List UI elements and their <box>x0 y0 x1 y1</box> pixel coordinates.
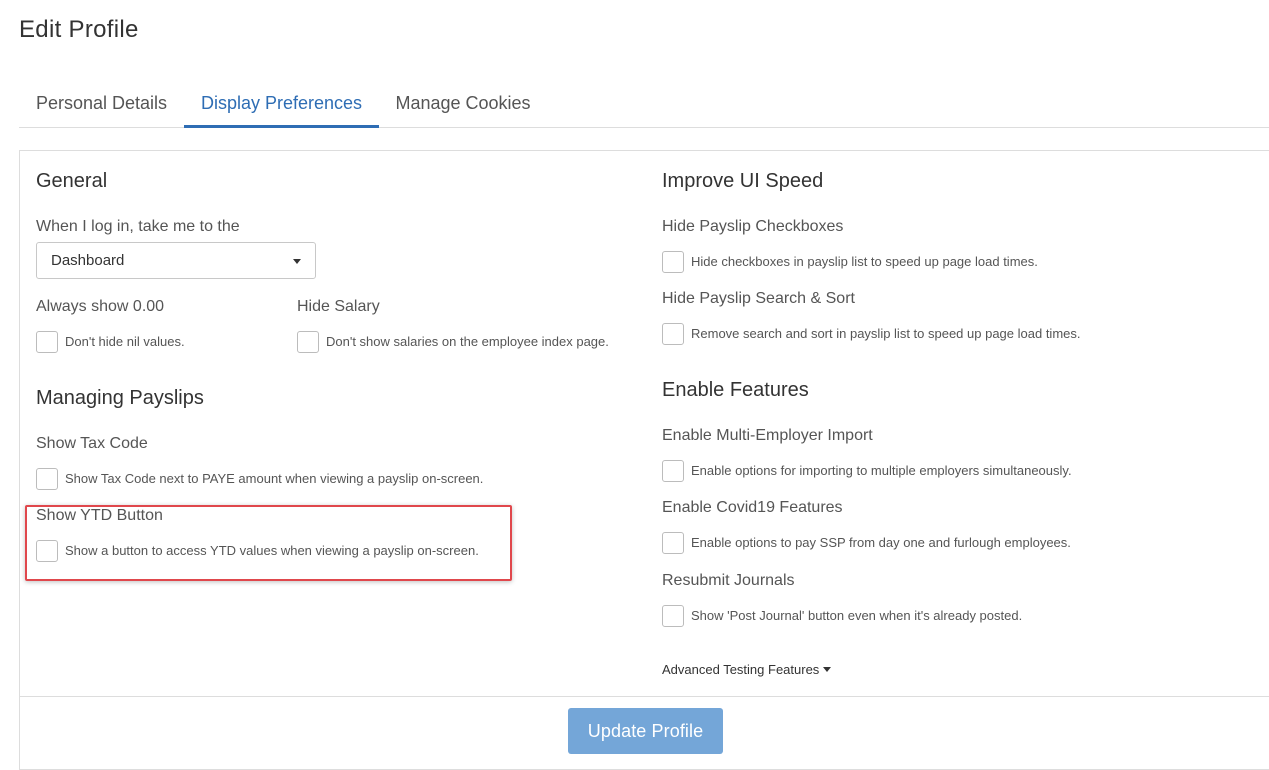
tab-personal-details[interactable]: Personal Details <box>19 82 184 128</box>
update-profile-button[interactable]: Update Profile <box>568 708 723 754</box>
hide-payslip-checkboxes-label: Hide Payslip Checkboxes <box>662 218 844 235</box>
profile-tabs: Personal Details Display Preferences Man… <box>19 82 1269 128</box>
advanced-testing-toggle[interactable]: Advanced Testing Features <box>662 662 832 677</box>
resubmit-journals-label: Resubmit Journals <box>662 572 795 589</box>
tab-display-preferences[interactable]: Display Preferences <box>184 82 379 128</box>
login-destination-value: Dashboard <box>51 252 125 269</box>
covid-features-label: Enable Covid19 Features <box>662 499 843 516</box>
resubmit-journals-text: Show 'Post Journal' button even when it'… <box>691 608 1023 623</box>
multi-employer-checkbox[interactable] <box>662 460 684 482</box>
show-tax-code-label: Show Tax Code <box>36 435 148 452</box>
chevron-down-icon <box>293 259 301 264</box>
managing-payslips-heading: Managing Payslips <box>36 387 204 409</box>
advanced-testing-label: Advanced Testing Features <box>662 662 820 677</box>
hide-payslip-search-text: Remove search and sort in payslip list t… <box>691 326 1081 341</box>
show-tax-code-checkbox[interactable] <box>36 468 58 490</box>
hide-salary-label: Hide Salary <box>297 298 380 315</box>
tab-manage-cookies[interactable]: Manage Cookies <box>379 82 547 128</box>
hide-salary-text: Don't show salaries on the employee inde… <box>326 334 609 349</box>
covid-features-text: Enable options to pay SSP from day one a… <box>691 535 1071 550</box>
covid-features-checkbox[interactable] <box>662 532 684 554</box>
page-title: Edit Profile <box>19 16 139 43</box>
multi-employer-label: Enable Multi-Employer Import <box>662 427 873 444</box>
preferences-panel: General When I log in, take me to the Da… <box>19 150 1269 770</box>
login-destination-select[interactable]: Dashboard <box>36 242 316 279</box>
improve-ui-speed-heading: Improve UI Speed <box>662 170 824 192</box>
caret-down-icon <box>823 667 832 672</box>
always-show-checkbox[interactable] <box>36 331 58 353</box>
multi-employer-text: Enable options for importing to multiple… <box>691 463 1072 478</box>
resubmit-journals-checkbox[interactable] <box>662 605 684 627</box>
footer-divider <box>20 696 1269 697</box>
always-show-label: Always show 0.00 <box>36 298 165 315</box>
enable-features-heading: Enable Features <box>662 379 809 401</box>
general-heading: General <box>36 170 108 192</box>
always-show-text: Don't hide nil values. <box>65 334 185 349</box>
login-destination-label: When I log in, take me to the <box>36 218 240 235</box>
hide-salary-checkbox[interactable] <box>297 331 319 353</box>
hide-payslip-search-label: Hide Payslip Search & Sort <box>662 290 855 307</box>
show-tax-code-text: Show Tax Code next to PAYE amount when v… <box>65 471 484 486</box>
hide-payslip-checkboxes-text: Hide checkboxes in payslip list to speed… <box>691 254 1038 269</box>
hide-payslip-checkboxes-checkbox[interactable] <box>662 251 684 273</box>
hide-payslip-search-checkbox[interactable] <box>662 323 684 345</box>
ytd-highlight-box <box>25 505 512 581</box>
